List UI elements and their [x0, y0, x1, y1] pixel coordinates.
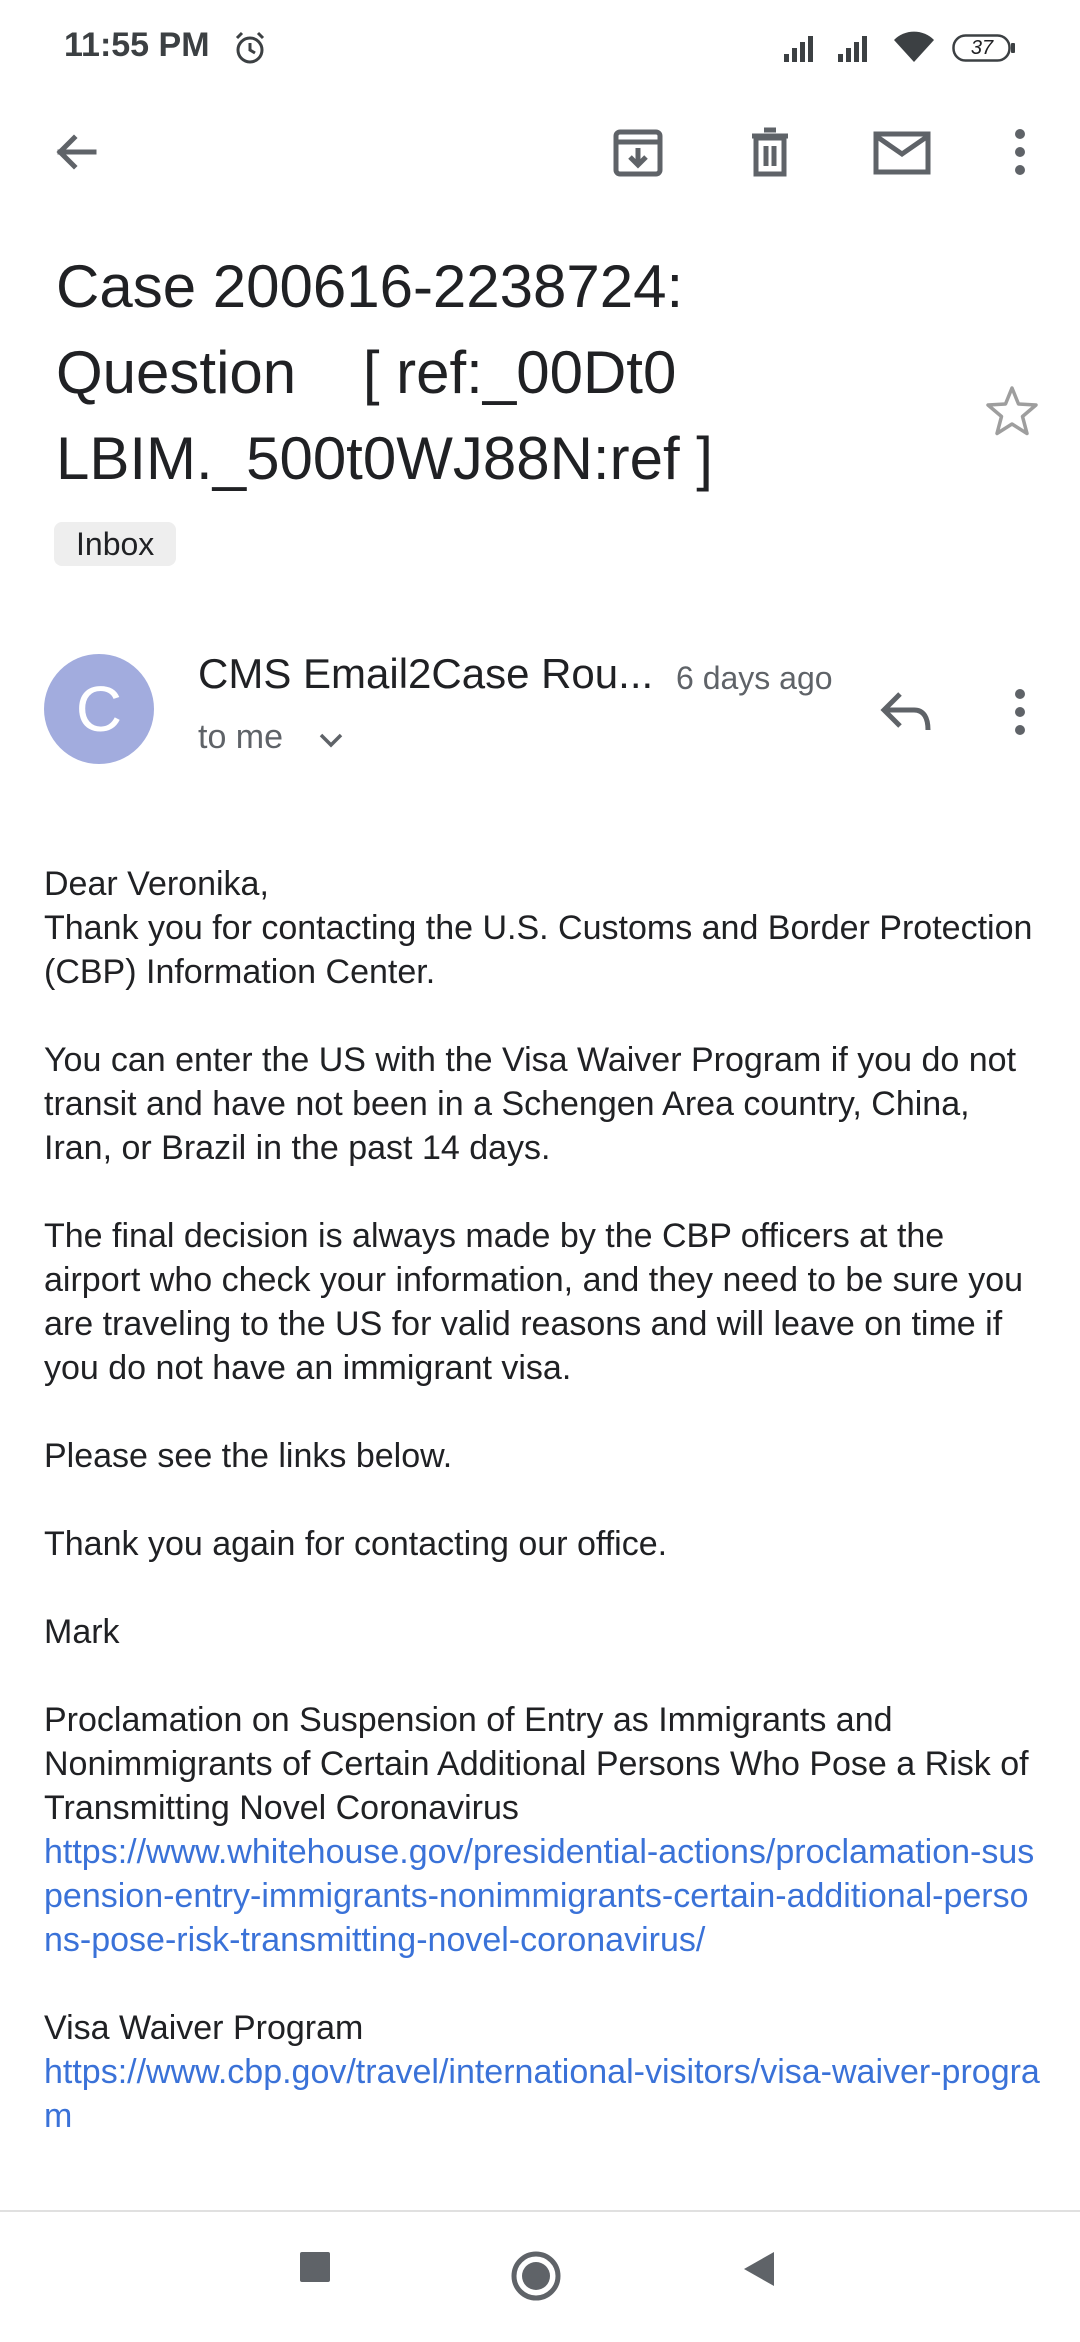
more-vert-icon[interactable] — [1000, 682, 1040, 742]
reply-icon[interactable] — [876, 682, 936, 742]
recipient-details[interactable]: to me — [198, 718, 283, 757]
wifi-icon — [894, 31, 934, 62]
chevron-down-icon[interactable] — [316, 728, 346, 752]
battery-indicator: 37 — [952, 34, 1016, 62]
body-paragraph: The final decision is always made by the… — [44, 1217, 1024, 1387]
subject-line: LBIM._500t0WJ88N:ref ] — [56, 425, 713, 492]
cell-signal-icon — [784, 36, 813, 62]
email-subject: Case 200616-2238724: Question [ ref:_00Dt… — [56, 244, 956, 502]
status-time: 11:55 PM — [64, 26, 210, 64]
archive-icon[interactable] — [606, 120, 670, 184]
back-arrow-icon[interactable] — [44, 120, 108, 184]
link-title: Proclamation on Suspension of Entry as I… — [44, 1701, 1029, 1827]
proclamation-link[interactable]: https://www.whitehouse.gov/presidential-… — [44, 1830, 1044, 1962]
body-paragraph: You can enter the US with the Visa Waive… — [44, 1041, 1017, 1167]
subject-line: Question [ ref:_00Dt0 — [56, 339, 677, 406]
home-icon[interactable] — [510, 2250, 562, 2302]
body-signature: Mark — [44, 1613, 120, 1651]
body-paragraph: Thank you again for contacting our offic… — [44, 1525, 668, 1563]
body-greeting: Dear Veronika, — [44, 865, 269, 903]
email-body: Dear Veronika, Thank you for contacting … — [44, 862, 1044, 2138]
alarm-icon — [235, 31, 265, 64]
status-bar: 11:55 PM 37 — [0, 0, 1080, 96]
mail-icon[interactable] — [870, 120, 934, 184]
battery-level: 37 — [970, 37, 994, 59]
star-icon[interactable] — [982, 382, 1042, 442]
back-nav-icon[interactable] — [740, 2250, 778, 2288]
more-vert-icon[interactable] — [988, 120, 1052, 184]
body-paragraph: Thank you for contacting the U.S. Custom… — [44, 909, 1033, 991]
cell-signal-icon — [838, 36, 867, 62]
visa-waiver-link[interactable]: https://www.cbp.gov/travel/international… — [44, 2050, 1044, 2138]
subject-line: Case 200616-2238724: — [56, 253, 684, 320]
avatar[interactable]: C — [44, 654, 154, 764]
link-title: Visa Waiver Program — [44, 2009, 364, 2047]
trash-icon[interactable] — [738, 120, 802, 184]
email-time: 6 days ago — [676, 660, 833, 696]
sender-name[interactable]: CMS Email2Case Rou... — [198, 650, 653, 698]
recents-icon[interactable] — [298, 2250, 332, 2284]
body-paragraph: Please see the links below. — [44, 1437, 453, 1475]
inbox-label-chip[interactable]: Inbox — [54, 522, 177, 566]
